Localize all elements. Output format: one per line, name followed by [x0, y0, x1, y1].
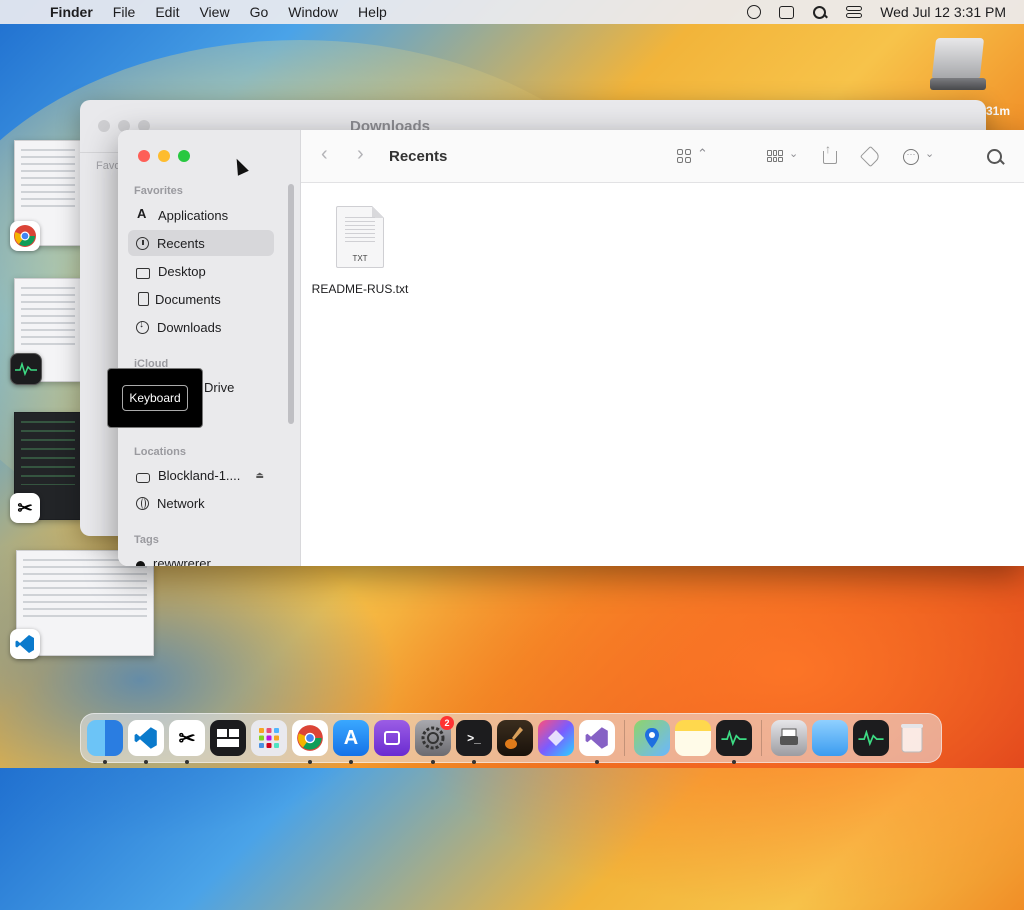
- desktop-icon: [136, 267, 150, 279]
- tags-header: Tags: [134, 534, 159, 546]
- network-globe-icon: [136, 496, 149, 510]
- menu-view[interactable]: View: [189, 4, 239, 20]
- file-name: README-RUS.txt: [311, 282, 409, 296]
- chevron-down-icon[interactable]: ⌄: [925, 147, 934, 160]
- sidebar-item-label: Drive: [204, 379, 235, 395]
- finder-toolbar: ‹ › Recents ⌃ ⌄ ··· ⌄: [301, 130, 1024, 183]
- applications-icon: [136, 206, 150, 222]
- activity-monitor-icon[interactable]: [10, 353, 42, 385]
- chevron-down-icon[interactable]: ⌄: [789, 147, 798, 160]
- file-item[interactable]: TXT README-RUS.txt: [308, 206, 412, 296]
- share-icon[interactable]: [823, 142, 837, 164]
- sidebar-item-network[interactable]: Network: [128, 490, 274, 516]
- dock-shortcuts-icon[interactable]: [538, 720, 574, 756]
- dock-notes-icon[interactable]: [675, 720, 711, 756]
- menu-help[interactable]: Help: [348, 4, 397, 20]
- back-chevron-icon[interactable]: ‹: [321, 143, 328, 166]
- download-icon: [136, 319, 149, 334]
- keyboard-tooltip: Keyboard: [107, 368, 203, 428]
- chrome-icon[interactable]: [10, 221, 40, 251]
- clock-icon: [136, 236, 149, 250]
- dock-folder-icon[interactable]: [812, 720, 848, 756]
- sidebar-item-applications[interactable]: Applications: [128, 202, 274, 228]
- desktop-timer: 31m: [986, 104, 1011, 118]
- sidebar-item-tag[interactable]: rewwrerer: [128, 550, 274, 566]
- dock-visual-studio-icon[interactable]: [579, 720, 615, 764]
- minimize-window-button[interactable]: [158, 150, 170, 162]
- dock-launchpad-icon[interactable]: [251, 720, 287, 756]
- sidebar-item-label: Downloads: [157, 319, 222, 335]
- sidebar-item-documents[interactable]: Documents: [128, 286, 274, 312]
- sidebar-item-label: Network: [157, 495, 205, 511]
- tag-icon[interactable]: [859, 145, 882, 168]
- capcut-icon[interactable]: ✂: [10, 493, 40, 523]
- file-extension-label: TXT: [352, 254, 368, 263]
- sidebar-item-label: Recents: [157, 235, 205, 251]
- menu-edit[interactable]: Edit: [145, 4, 189, 20]
- settings-notification-badge: 2: [440, 716, 454, 730]
- dock-garageband-icon[interactable]: [497, 720, 533, 756]
- zoom-window-button[interactable]: [178, 150, 190, 162]
- dock-chrome-icon[interactable]: [292, 720, 328, 764]
- menu-bar: Finder File Edit View Go Window Help Wed…: [0, 0, 1024, 24]
- disk-icon: [136, 473, 150, 483]
- dock-app-store-icon[interactable]: A: [333, 720, 369, 764]
- keyboard-tooltip-label: Keyboard: [122, 385, 188, 411]
- close-window-button[interactable]: [138, 150, 150, 162]
- tag-color-dot-icon: [136, 560, 145, 566]
- sidebar-item-label: Documents: [155, 291, 221, 307]
- text-file-icon: TXT: [336, 206, 384, 268]
- dock-activity-monitor-icon[interactable]: [716, 720, 752, 764]
- spotlight-search-icon[interactable]: [812, 5, 828, 19]
- view-mode-icon[interactable]: [677, 149, 691, 163]
- dock-window-manager-icon[interactable]: [210, 720, 246, 756]
- sidebar-item-label: Blockland-1....: [158, 467, 241, 483]
- sidebar-item-label: rewwrerer: [153, 555, 211, 567]
- accessibility-icon[interactable]: [747, 5, 762, 19]
- sidebar-item-recents[interactable]: Recents: [128, 230, 274, 256]
- menu-clock[interactable]: Wed Jul 12 3:31 PM: [880, 4, 1006, 20]
- menu-file[interactable]: File: [103, 4, 146, 20]
- locations-header: Locations: [134, 446, 186, 458]
- screen-mirroring-icon[interactable]: [779, 5, 795, 19]
- dock-system-settings-icon[interactable]: 2: [415, 716, 454, 764]
- background-sidebar-label: Favo: [96, 160, 121, 172]
- menu-window[interactable]: Window: [278, 4, 348, 20]
- sidebar-item-blockland-drive[interactable]: Blockland-1.... ⏏: [128, 462, 274, 488]
- window-controls: [138, 150, 190, 162]
- dock-activity-monitor-2-icon[interactable]: [853, 720, 889, 756]
- dock-finder-icon[interactable]: [87, 720, 123, 764]
- sidebar-scrollbar[interactable]: [288, 184, 294, 424]
- dock-terminal-icon[interactable]: >_: [456, 720, 492, 764]
- menu-go[interactable]: Go: [240, 4, 279, 20]
- eject-icon[interactable]: ⏏: [255, 470, 264, 481]
- sidebar-item-label: Desktop: [158, 263, 206, 279]
- dock-capcut-icon[interactable]: ✂: [169, 720, 205, 764]
- external-drive-icon[interactable]: [930, 36, 986, 94]
- search-icon[interactable]: [987, 149, 1005, 167]
- sidebar-item-downloads[interactable]: Downloads: [128, 314, 274, 340]
- dock-printer-icon[interactable]: [771, 720, 807, 756]
- favorites-header: Favorites: [134, 185, 183, 197]
- menu-app-finder[interactable]: Finder: [44, 4, 103, 20]
- finder-window: Favorites Applications Recents Desktop D…: [118, 130, 1024, 566]
- finder-sidebar: Favorites Applications Recents Desktop D…: [118, 130, 301, 566]
- dock-maps-icon[interactable]: [634, 720, 670, 756]
- window-title: Recents: [389, 148, 448, 165]
- group-by-icon[interactable]: [767, 150, 783, 162]
- forward-chevron-icon[interactable]: ›: [357, 143, 364, 166]
- view-mode-chevron-icon[interactable]: ⌃: [697, 146, 708, 162]
- vscode-icon[interactable]: [10, 629, 40, 659]
- menu-extras: Wed Jul 12 3:31 PM: [747, 4, 1024, 20]
- dock: ✂ A 2 >_: [80, 713, 942, 764]
- sidebar-item-desktop[interactable]: Desktop: [128, 258, 274, 284]
- sidebar-item-label: Applications: [158, 207, 229, 223]
- dock-trash-icon[interactable]: [894, 720, 930, 756]
- dock-podcast-utility-icon[interactable]: [374, 720, 410, 756]
- dock-vscode-icon[interactable]: [128, 720, 164, 764]
- document-icon: [138, 292, 149, 306]
- more-actions-icon[interactable]: ···: [903, 149, 919, 165]
- control-center-icon[interactable]: [846, 6, 863, 18]
